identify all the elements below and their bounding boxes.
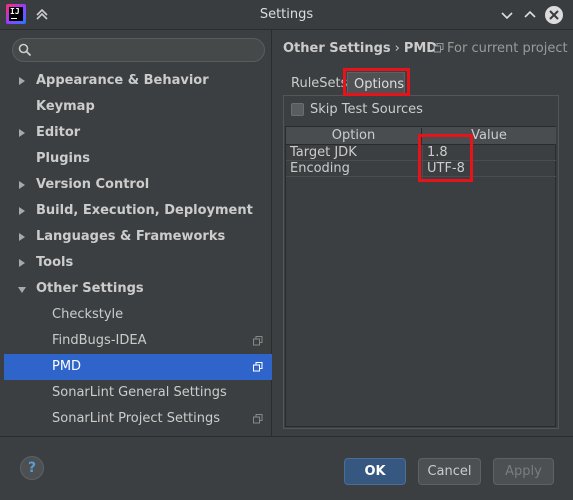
close-icon[interactable]: [545, 6, 563, 24]
project-scope-icon: [253, 414, 263, 424]
sidebar-item-appearance-behavior[interactable]: Appearance & Behavior: [4, 68, 272, 94]
search-field[interactable]: [12, 38, 265, 62]
sidebar-item-version-control[interactable]: Version Control: [4, 172, 272, 198]
expand-arrow-icon[interactable]: [19, 207, 25, 215]
sidebar-item-label: Checkstyle: [52, 307, 124, 322]
column-header-option[interactable]: Option: [286, 128, 422, 144]
sidebar-item-label: Version Control: [36, 177, 150, 192]
option-name-cell: Target JDK: [290, 145, 357, 160]
footer-divider: [0, 436, 573, 437]
apply-button[interactable]: Apply: [493, 458, 554, 485]
scope-hint-label: For current project: [447, 41, 568, 56]
sidebar-item-label: SonarLint General Settings: [52, 385, 227, 400]
sidebar-item-editor[interactable]: Editor: [4, 120, 272, 146]
annotation-highlight-tab: [343, 68, 410, 96]
sidebar-item-sonarlint-general-settings[interactable]: SonarLint General Settings: [4, 380, 272, 406]
expand-arrow-icon[interactable]: [19, 233, 25, 241]
minimize-icon[interactable]: [498, 6, 516, 24]
expand-arrow-icon[interactable]: [19, 181, 25, 189]
sidebar-item-findbugs-idea[interactable]: FindBugs-IDEA: [4, 328, 272, 354]
sidebar-item-languages-frameworks[interactable]: Languages & Frameworks: [4, 224, 272, 250]
sidebar-item-other-settings[interactable]: Other Settings: [4, 276, 272, 302]
sidebar-item-label: PMD: [52, 359, 82, 374]
project-scope-icon: [253, 362, 263, 372]
breadcrumb: Other Settings › PMD: [283, 41, 437, 59]
sidebar-item-pmd[interactable]: PMD: [4, 354, 272, 380]
collapse-arrow-icon[interactable]: [18, 287, 26, 293]
sidebar-item-label: Keymap: [36, 99, 95, 114]
scope-hint: For current project: [434, 41, 568, 56]
sidebar-item-sonarlint-project-settings[interactable]: SonarLint Project Settings: [4, 406, 272, 432]
skip-test-sources-label[interactable]: Skip Test Sources: [310, 102, 423, 117]
sidebar-item-label: Other Settings: [36, 281, 144, 296]
sidebar-item-label: Languages & Frameworks: [36, 229, 226, 244]
breadcrumb-separator: ›: [394, 41, 400, 56]
project-scope-icon: [253, 336, 263, 346]
expand-arrow-icon[interactable]: [19, 259, 25, 267]
maximize-icon[interactable]: [521, 6, 539, 24]
sidebar-item-label: Appearance & Behavior: [36, 73, 209, 88]
ok-button[interactable]: OK: [344, 458, 406, 485]
sidebar-item-label: SonarLint Project Settings: [52, 411, 221, 426]
sidebar-item-keymap[interactable]: Keymap: [4, 94, 272, 120]
sidebar-item-build-execution-deployment[interactable]: Build, Execution, Deployment: [4, 198, 272, 224]
sidebar-item-tools[interactable]: Tools: [4, 250, 272, 276]
sidebar-item-checkstyle[interactable]: Checkstyle: [4, 302, 272, 328]
cancel-button[interactable]: Cancel: [418, 458, 481, 485]
search-icon: [18, 43, 32, 57]
sidebar-item-label: Build, Execution, Deployment: [36, 203, 253, 218]
sidebar-item-label: FindBugs-IDEA: [52, 333, 147, 348]
project-icon: [434, 43, 444, 53]
breadcrumb-parent[interactable]: Other Settings: [283, 41, 391, 56]
option-name-cell: Encoding: [290, 161, 350, 176]
sidebar-item-plugins[interactable]: Plugins: [4, 146, 272, 172]
expand-arrow-icon[interactable]: [19, 129, 25, 137]
expand-arrow-icon[interactable]: [19, 77, 25, 85]
sidebar-item-label: Tools: [36, 255, 74, 270]
breadcrumb-current: PMD: [403, 41, 438, 56]
window-title: Settings: [259, 7, 314, 22]
settings-sidebar: Appearance & Behavior Keymap Editor Plug…: [4, 30, 272, 436]
help-button[interactable]: ?: [20, 456, 44, 480]
title-bar: IJ Settings: [0, 0, 573, 30]
annotation-highlight-values: [418, 134, 473, 182]
search-input[interactable]: [37, 41, 257, 59]
sidebar-item-label: Editor: [36, 125, 81, 140]
skip-test-sources-checkbox[interactable]: [291, 103, 304, 116]
sidebar-item-label: Plugins: [36, 151, 90, 166]
